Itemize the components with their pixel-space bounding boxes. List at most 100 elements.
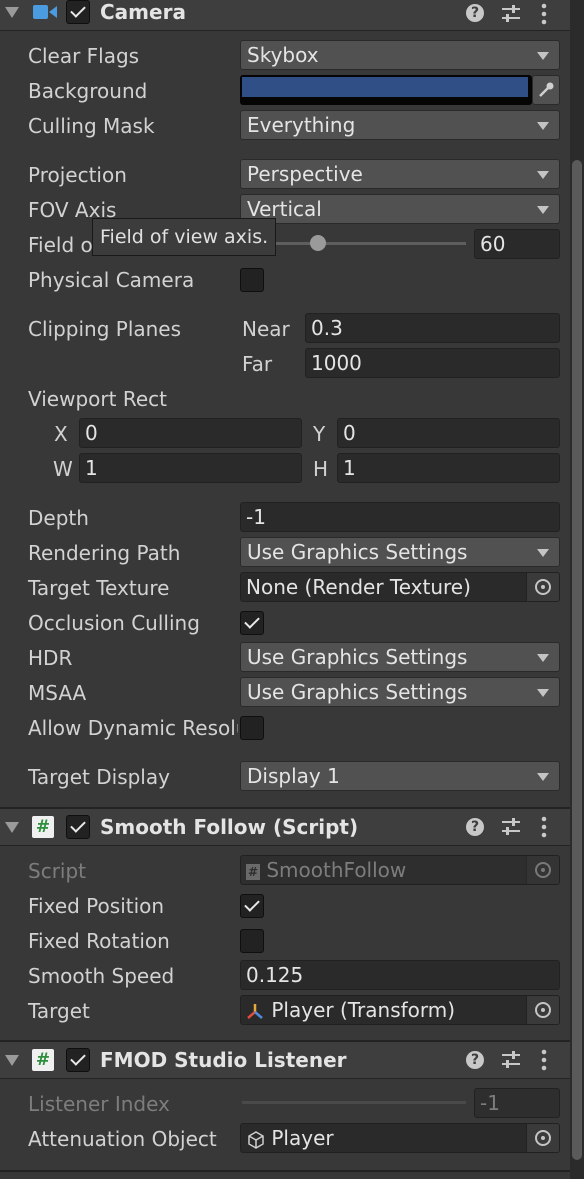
fixed-rotation-checkbox[interactable] — [240, 929, 264, 953]
attenuation-object-field[interactable]: Player — [240, 1123, 560, 1153]
sliders-icon[interactable] — [500, 1050, 522, 1070]
smooth-follow-component-header[interactable]: # Smooth Follow (Script) ? — [0, 809, 584, 846]
fixed-rotation-label: Fixed Rotation — [28, 929, 170, 953]
sliders-icon[interactable] — [500, 817, 522, 837]
rendering-path-value: Use Graphics Settings — [247, 540, 468, 564]
projection-label: Projection — [28, 163, 127, 187]
target-display-label: Target Display — [28, 765, 170, 789]
viewport-w-label: W — [53, 457, 73, 481]
help-icon[interactable]: ? — [466, 4, 484, 22]
viewport-y-input[interactable]: 0 — [337, 418, 560, 448]
fmod-listener-component-header[interactable]: # FMOD Studio Listener ? — [0, 1042, 584, 1079]
help-icon[interactable]: ? — [466, 1051, 484, 1069]
occlusion-culling-label: Occlusion Culling — [28, 611, 200, 635]
tooltip: Field of view axis. — [92, 218, 276, 256]
culling-mask-value: Everything — [247, 113, 356, 137]
viewport-x-label: X — [54, 422, 68, 446]
eyedropper-button[interactable] — [532, 75, 560, 105]
foldout-arrow-icon[interactable] — [5, 1055, 19, 1066]
culling-mask-label: Culling Mask — [28, 114, 155, 138]
physical-camera-label: Physical Camera — [28, 268, 195, 292]
target-field[interactable]: Player (Transform) — [240, 995, 560, 1025]
culling-mask-dropdown[interactable]: Everything — [240, 110, 560, 140]
projection-dropdown[interactable]: Perspective — [240, 159, 560, 189]
object-picker-icon[interactable] — [526, 1124, 559, 1152]
occlusion-culling-checkbox[interactable] — [240, 611, 264, 635]
inspector-scrollbar[interactable] — [570, 0, 584, 1179]
fixed-position-checkbox[interactable] — [240, 894, 264, 918]
chevron-down-icon — [537, 689, 549, 697]
near-clip-input[interactable]: 0.3 — [305, 313, 560, 343]
far-clip-input[interactable]: 1000 — [305, 348, 560, 378]
target-label: Target — [28, 999, 90, 1023]
smooth-speed-label: Smooth Speed — [28, 964, 175, 988]
hdr-label: HDR — [28, 646, 73, 670]
listener-index-input: -1 — [474, 1088, 560, 1118]
script-value: SmoothFollow — [266, 858, 407, 882]
object-picker-icon — [526, 856, 559, 884]
viewport-rect-label: Viewport Rect — [28, 387, 167, 411]
viewport-h-input[interactable]: 1 — [337, 453, 560, 483]
field-of-view-label: Field o — [28, 233, 93, 257]
chevron-down-icon — [537, 654, 549, 662]
clear-flags-dropdown[interactable]: Skybox — [240, 40, 560, 70]
viewport-w-input[interactable]: 1 — [79, 453, 302, 483]
background-color-swatch — [242, 77, 528, 97]
object-picker-icon[interactable] — [526, 573, 559, 601]
attenuation-object-value: Player — [271, 1126, 334, 1150]
chevron-down-icon — [537, 122, 549, 130]
transform-axes-icon — [247, 1003, 263, 1019]
target-value: Player (Transform) — [271, 998, 456, 1022]
depth-input[interactable]: -1 — [240, 502, 560, 532]
viewport-x-input[interactable]: 0 — [79, 418, 302, 448]
msaa-dropdown[interactable]: Use Graphics Settings — [240, 677, 560, 707]
allow-dynamic-resolution-label: Allow Dynamic Resolu — [28, 716, 238, 740]
chevron-down-icon — [537, 549, 549, 557]
camera-component-header[interactable]: Camera ? — [0, 0, 584, 31]
clear-flags-value: Skybox — [247, 43, 319, 67]
target-texture-field[interactable]: None (Render Texture) — [240, 572, 560, 602]
camera-title: Camera — [100, 0, 186, 24]
field-of-view-input[interactable]: 60 — [474, 229, 560, 259]
physical-camera-checkbox[interactable] — [240, 268, 264, 292]
allow-dynamic-resolution-checkbox[interactable] — [240, 716, 264, 740]
field-of-view-slider-track[interactable] — [244, 242, 466, 245]
scrollbar-thumb[interactable] — [572, 160, 582, 1160]
kebab-menu-icon[interactable] — [538, 816, 550, 838]
far-label: Far — [242, 352, 273, 376]
foldout-arrow-icon[interactable] — [5, 822, 19, 833]
fov-axis-dropdown[interactable]: Vertical — [240, 194, 560, 224]
script-field: # SmoothFollow — [240, 855, 560, 885]
smooth-follow-enabled-checkbox[interactable] — [66, 815, 90, 839]
viewport-y-label: Y — [313, 422, 326, 446]
fixed-position-label: Fixed Position — [28, 894, 165, 918]
foldout-arrow-icon[interactable] — [5, 7, 19, 18]
script-hash-icon: # — [32, 1049, 54, 1071]
near-label: Near — [242, 317, 290, 341]
script-label: Script — [28, 859, 87, 883]
hdr-dropdown[interactable]: Use Graphics Settings — [240, 642, 560, 672]
background-label: Background — [28, 79, 148, 103]
kebab-menu-icon[interactable] — [538, 1049, 550, 1071]
background-color-field[interactable] — [240, 75, 532, 105]
kebab-menu-icon[interactable] — [538, 3, 550, 25]
sliders-icon[interactable] — [500, 4, 522, 24]
rendering-path-label: Rendering Path — [28, 541, 181, 565]
depth-label: Depth — [28, 506, 89, 530]
camera-enabled-checkbox[interactable] — [66, 0, 90, 24]
fmod-listener-enabled-checkbox[interactable] — [66, 1048, 90, 1072]
rendering-path-dropdown[interactable]: Use Graphics Settings — [240, 537, 560, 567]
listener-index-slider-track — [242, 1101, 466, 1104]
target-display-value: Display 1 — [247, 764, 340, 788]
chevron-down-icon — [537, 206, 549, 214]
chevron-down-icon — [537, 52, 549, 60]
eyedropper-icon — [539, 82, 554, 97]
object-picker-icon[interactable] — [526, 996, 559, 1024]
field-of-view-slider-thumb[interactable] — [309, 235, 326, 251]
target-texture-label: Target Texture — [28, 576, 170, 600]
smooth-speed-input[interactable]: 0.125 — [240, 960, 560, 990]
target-display-dropdown[interactable]: Display 1 — [240, 761, 560, 791]
help-icon[interactable]: ? — [466, 818, 484, 836]
fmod-listener-title: FMOD Studio Listener — [100, 1048, 347, 1072]
component-separator — [0, 1170, 584, 1172]
